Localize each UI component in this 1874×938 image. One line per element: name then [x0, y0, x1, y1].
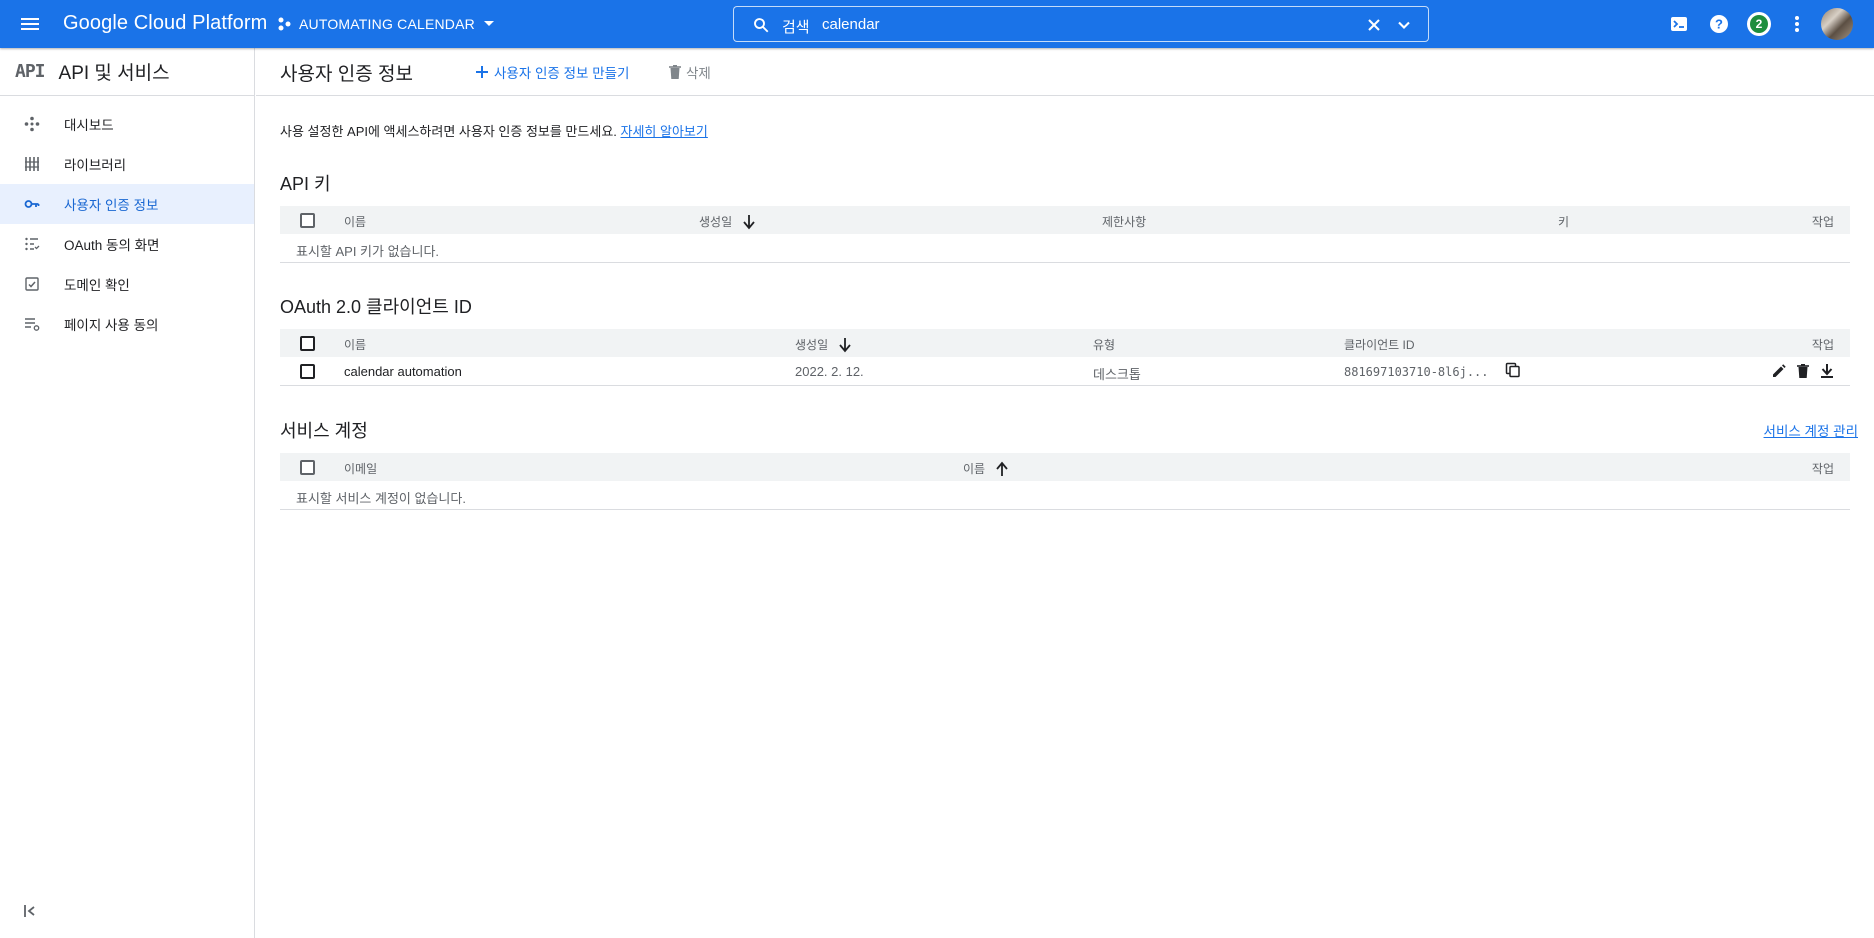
brand-title[interactable]: Google Cloud Platform: [63, 12, 267, 35]
dashboard-icon: [24, 116, 40, 132]
menu-icon[interactable]: [18, 12, 42, 36]
create-credentials-button[interactable]: 사용자 인증 정보 만들기: [474, 62, 629, 82]
sidebar-header: API API 및 서비스: [0, 48, 254, 96]
column-header-actions: 작업: [1811, 215, 1834, 229]
library-icon: [24, 156, 40, 172]
column-header-name[interactable]: 이름: [344, 336, 366, 353]
client-name-link[interactable]: calendar automation: [344, 364, 462, 379]
empty-row: 표시할 서비스 계정이 없습니다.: [280, 481, 1850, 510]
key-icon: [24, 196, 40, 212]
search-input[interactable]: [822, 12, 1282, 36]
empty-message: 표시할 API 키가 없습니다.: [296, 244, 440, 259]
column-header-name[interactable]: 이름: [344, 213, 366, 230]
table-header: 이름 생성일 제한사항 키 작업: [280, 206, 1850, 234]
learn-more-link[interactable]: 자세히 알아보기: [621, 124, 708, 139]
table-row[interactable]: calendar automation 2022. 2. 12. 데스크톱 88…: [280, 357, 1850, 386]
column-header-type[interactable]: 유형: [1093, 336, 1115, 353]
arrow-down-icon: [742, 214, 756, 230]
project-name: AUTOMATING CALENDAR: [299, 16, 475, 32]
clear-search-icon[interactable]: [1364, 15, 1384, 35]
service-accounts-title: 서비스 계정: [280, 421, 368, 441]
row-actions: [1770, 362, 1836, 380]
collapse-sidebar-icon[interactable]: [22, 903, 42, 919]
page-title: 사용자 인증 정보: [280, 64, 413, 85]
column-header-key[interactable]: 키: [1558, 213, 1569, 230]
page-header: 사용자 인증 정보 사용자 인증 정보 만들기 삭제: [256, 48, 1874, 96]
download-icon[interactable]: [1818, 362, 1836, 380]
sidebar-title: API 및 서비스: [58, 63, 170, 84]
main-content: 사용자 인증 정보 사용자 인증 정보 만들기 삭제 사용 설정한 API에 액…: [256, 48, 1874, 938]
sidebar-item-domain-verification[interactable]: 도메인 확인: [0, 264, 254, 304]
created-date: 2022. 2. 12.: [795, 364, 864, 379]
more-vert-icon[interactable]: [1785, 12, 1809, 36]
notifications-badge[interactable]: 2: [1747, 12, 1771, 36]
trash-icon: [668, 64, 686, 80]
top-app-bar: Google Cloud Platform AUTOMATING CALENDA…: [0, 0, 1874, 48]
project-selector[interactable]: AUTOMATING CALENDAR: [277, 10, 495, 38]
edit-icon[interactable]: [1770, 362, 1788, 380]
column-header-created[interactable]: 생성일: [699, 213, 756, 230]
client-id: 881697103710-8l6j...: [1344, 365, 1489, 379]
arrow-up-icon: [995, 461, 1009, 477]
row-checkbox[interactable]: [300, 364, 315, 379]
add-icon: [474, 64, 494, 80]
sidebar-item-library[interactable]: 라이브러리: [0, 144, 254, 184]
manage-service-accounts-link[interactable]: 서비스 계정 관리: [1764, 420, 1858, 440]
sidebar-item-credentials[interactable]: 사용자 인증 정보: [0, 184, 254, 224]
delete-icon[interactable]: [1794, 362, 1812, 380]
select-all-checkbox[interactable]: [300, 336, 315, 351]
sidebar-item-dashboard[interactable]: 대시보드: [0, 104, 254, 144]
sidebar-item-page-consent[interactable]: 페이지 사용 동의: [0, 304, 254, 344]
sidebar: API API 및 서비스 대시보드 라이브러리 사용자 인증 정보 OAuth…: [0, 48, 255, 938]
column-header-email[interactable]: 이메일: [344, 460, 377, 477]
service-accounts-table: 이메일 이름 작업 표시할 서비스 계정이 없습니다.: [280, 453, 1850, 510]
search-icon: [752, 16, 770, 34]
delete-button[interactable]: 삭제: [668, 62, 711, 82]
column-header-name[interactable]: 이름: [963, 460, 1009, 477]
oauth-consent-icon: [24, 236, 40, 252]
svg-text:?: ?: [1715, 17, 1723, 32]
oauth-title: OAuth 2.0 클라이언트 ID: [280, 297, 472, 317]
avatar[interactable]: [1821, 8, 1853, 40]
table-header: 이메일 이름 작업: [280, 453, 1850, 481]
column-header-client-id[interactable]: 클라이언트 ID: [1344, 336, 1415, 353]
column-header-created[interactable]: 생성일: [795, 336, 852, 353]
empty-message: 표시할 서비스 계정이 없습니다.: [296, 491, 466, 506]
search-bar[interactable]: 검색: [733, 6, 1429, 42]
domain-verify-icon: [24, 276, 40, 292]
help-icon[interactable]: ?: [1707, 12, 1731, 36]
search-label: 검색: [782, 19, 810, 36]
client-type: 데스크톱: [1093, 367, 1141, 382]
project-icon: [277, 16, 293, 32]
oauth-clients-table: 이름 생성일 유형 클라이언트 ID 작업 calendar automatio…: [280, 329, 1850, 386]
arrow-down-icon: [838, 337, 852, 353]
column-header-restrictions[interactable]: 제한사항: [1102, 213, 1146, 230]
api-logo: API: [15, 61, 45, 82]
page-consent-icon: [24, 316, 40, 332]
api-keys-title: API 키: [280, 174, 331, 194]
intro-text: 사용 설정한 API에 액세스하려면 사용자 인증 정보를 만드세요. 자세히 …: [280, 124, 708, 139]
cloud-shell-icon[interactable]: [1667, 12, 1691, 36]
select-all-checkbox[interactable]: [300, 460, 315, 475]
empty-row: 표시할 API 키가 없습니다.: [280, 234, 1850, 263]
api-keys-table: 이름 생성일 제한사항 키 작업 표시할 API 키가 없습니다.: [280, 206, 1850, 263]
table-header: 이름 생성일 유형 클라이언트 ID 작업: [280, 329, 1850, 357]
chevron-down-icon: [483, 20, 495, 28]
column-header-actions: 작업: [1811, 462, 1834, 476]
sidebar-item-oauth-consent[interactable]: OAuth 동의 화면: [0, 224, 254, 264]
copy-icon[interactable]: [1505, 362, 1521, 378]
column-header-actions: 작업: [1811, 338, 1834, 352]
chevron-down-icon[interactable]: [1394, 15, 1414, 35]
select-all-checkbox[interactable]: [300, 213, 315, 228]
